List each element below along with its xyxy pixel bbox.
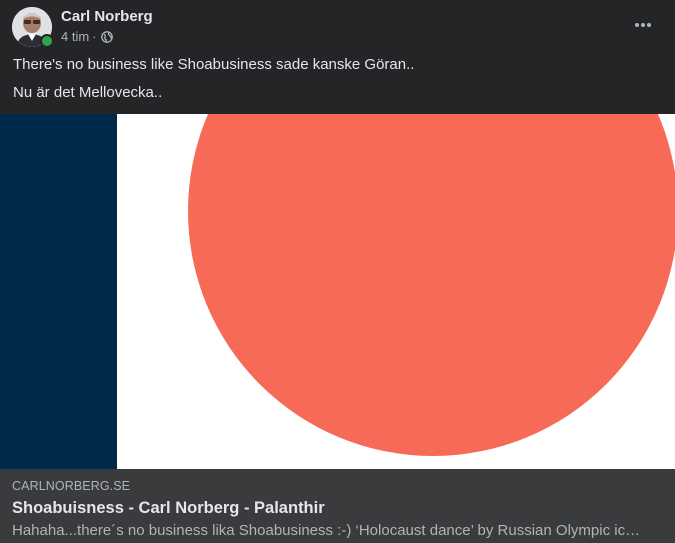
globe-icon[interactable] [100,30,113,43]
more-options-icon [635,23,651,27]
author-name[interactable]: Carl Norberg [61,8,153,25]
post-meta: 4 tim · [61,29,113,44]
post-text-line: Nu är det Mellovecka.. [13,84,163,101]
more-options-button[interactable] [626,10,660,40]
link-domain: CARLNORBERG.SE [12,479,131,493]
post-timestamp[interactable]: 4 tim [61,29,89,44]
link-description: Hahaha...there´s no business lika Shoabu… [12,522,647,539]
link-preview-info[interactable]: CARLNORBERG.SE Shoabuisness - Carl Norbe… [0,469,675,543]
meta-separator: · [92,29,97,44]
link-title[interactable]: Shoabuisness - Carl Norberg - Palanthir [12,499,325,518]
more-dot [641,23,645,27]
image-red-circle [188,114,675,456]
post-header: Carl Norberg 4 tim · [0,0,675,52]
post-text-line: There's no business like Shoabusiness sa… [13,56,415,73]
link-preview-image[interactable] [0,114,675,469]
image-navy-stripe [0,114,117,469]
online-status-indicator [40,34,54,48]
more-dot [647,23,651,27]
post-text: There's no business like Shoabusiness sa… [13,56,663,102]
facebook-post: Carl Norberg 4 tim · There's no business… [0,0,675,543]
more-dot [635,23,639,27]
